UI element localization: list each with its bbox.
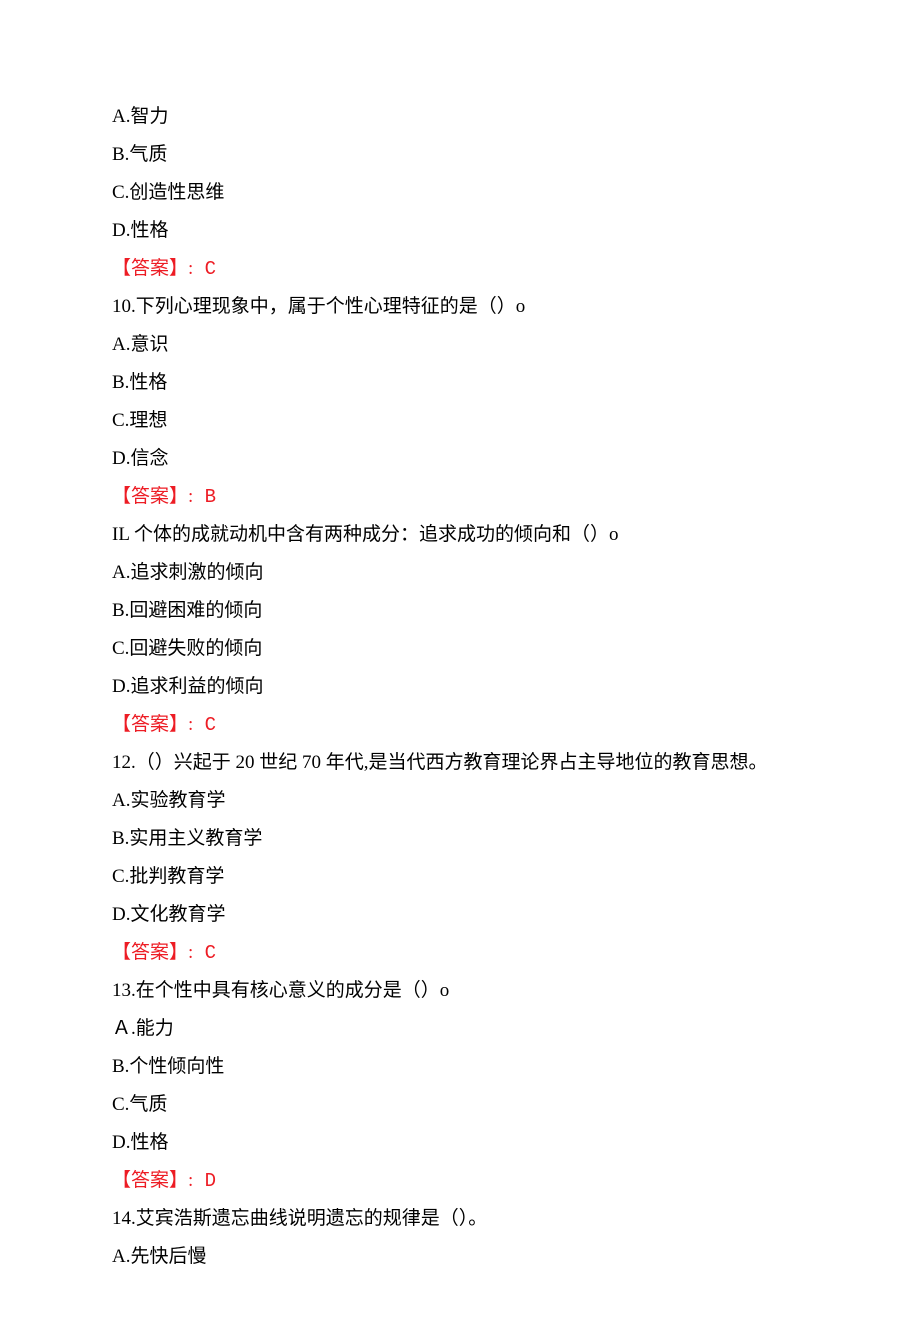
answer-label: 【答案】: (112, 714, 193, 735)
answer-label: 【答案】: (112, 486, 193, 507)
q12-option-c: C.批判教育学 (112, 858, 808, 896)
q10-option-a: A.意识 (112, 326, 808, 364)
q11-option-c: C.回避失败的倾向 (112, 630, 808, 668)
q13-option-b: B.个性倾向性 (112, 1048, 808, 1086)
q10-option-b: B.性格 (112, 364, 808, 402)
answer-value: C (193, 714, 216, 736)
answer-value: C (193, 942, 216, 964)
q9-option-d: D.性格 (112, 212, 808, 250)
q14-option-a: A.先快后慢 (112, 1238, 808, 1276)
answer-value: C (193, 258, 216, 280)
q11-option-a: A.追求刺激的倾向 (112, 554, 808, 592)
q13-option-d: D.性格 (112, 1124, 808, 1162)
q9-answer: 【答案】: C (112, 250, 808, 288)
q10-option-d: D.信念 (112, 440, 808, 478)
answer-label: 【答案】: (112, 258, 193, 279)
q12-option-b: B.实用主义教育学 (112, 820, 808, 858)
answer-value: B (193, 486, 216, 508)
q9-option-a: A.智力 (112, 98, 808, 136)
q11-option-d: D.追求利益的倾向 (112, 668, 808, 706)
q9-option-c: C.创造性思维 (112, 174, 808, 212)
answer-value: D (193, 1170, 216, 1192)
q12-option-d: D.文化教育学 (112, 896, 808, 934)
q9-option-b: B.气质 (112, 136, 808, 174)
q13-option-c: C.气质 (112, 1086, 808, 1124)
answer-label: 【答案】: (112, 942, 193, 963)
q12-stem: 12.（）兴起于 20 世纪 70 年代,是当代西方教育理论界占主导地位的教育思… (112, 744, 808, 782)
q11-stem: IL 个体的成就动机中含有两种成分：追求成功的倾向和（）o (112, 516, 808, 554)
q13-stem: 13.在个性中具有核心意义的成分是（）o (112, 972, 808, 1010)
q12-option-a: A.实验教育学 (112, 782, 808, 820)
q13-option-a: Ａ.能力 (112, 1010, 808, 1048)
q13-answer: 【答案】: D (112, 1162, 808, 1200)
q11-answer: 【答案】: C (112, 706, 808, 744)
q10-stem: 10.下列心理现象中，属于个性心理特征的是（）o (112, 288, 808, 326)
document-page: A.智力 B.气质 C.创造性思维 D.性格 【答案】: C 10.下列心理现象… (0, 0, 920, 1336)
q14-stem: 14.艾宾浩斯遗忘曲线说明遗忘的规律是（）。 (112, 1200, 808, 1238)
q10-option-c: C.理想 (112, 402, 808, 440)
q11-option-b: B.回避困难的倾向 (112, 592, 808, 630)
q12-answer: 【答案】: C (112, 934, 808, 972)
answer-label: 【答案】: (112, 1170, 193, 1191)
q10-answer: 【答案】: B (112, 478, 808, 516)
